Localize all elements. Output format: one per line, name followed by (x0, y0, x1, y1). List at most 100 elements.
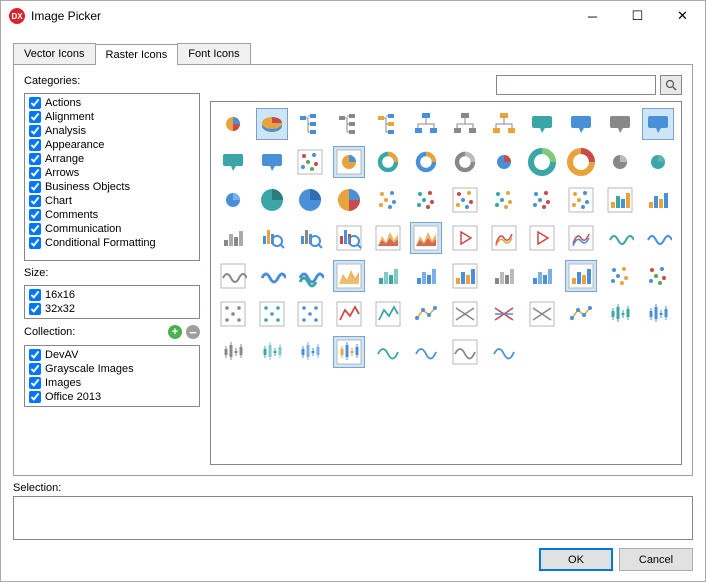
icon-dots-box[interactable] (294, 146, 326, 178)
icon-org-gray[interactable] (449, 108, 481, 140)
icon-surf-box2[interactable] (565, 222, 597, 254)
icon-play-box2[interactable] (526, 222, 558, 254)
icon-bars-org[interactable] (565, 260, 597, 292)
icon-bar-mini3[interactable] (217, 222, 249, 254)
icon-xline-box[interactable] (526, 298, 558, 330)
category-item-8-checkbox[interactable] (29, 209, 41, 221)
icon-pie-small2[interactable] (488, 146, 520, 178)
icon-bars-gray[interactable] (488, 260, 520, 292)
icon-wave-big2[interactable] (294, 260, 326, 292)
collection-list[interactable]: DevAVGrayscale ImagesImagesOffice 2013 (24, 345, 200, 407)
size-list[interactable]: 16x1632x32 (24, 285, 200, 319)
icon-bar-mini[interactable] (604, 184, 636, 216)
category-item-5-checkbox[interactable] (29, 167, 41, 179)
icon-scatter-b[interactable] (604, 260, 636, 292)
icon-wave-big[interactable] (256, 260, 288, 292)
icon-org-color[interactable] (488, 108, 520, 140)
icon-play-box[interactable] (449, 222, 481, 254)
collection-item-1-checkbox[interactable] (29, 363, 41, 375)
icon-spark3[interactable] (488, 336, 520, 368)
icon-donut-teal[interactable] (372, 146, 404, 178)
tab-font-icons[interactable]: Font Icons (177, 43, 250, 64)
icon-line-box[interactable] (333, 298, 365, 330)
icon-tree-gray[interactable] (333, 108, 365, 140)
icon-pie-slice-tl[interactable] (642, 146, 674, 178)
icon-grid[interactable] (210, 101, 682, 465)
icon-dice-box2[interactable] (256, 298, 288, 330)
icon-candle-org[interactable] (333, 336, 365, 368)
icon-pie-3d[interactable] (256, 108, 288, 140)
add-collection-button[interactable]: + (168, 325, 182, 339)
collection-item-0-checkbox[interactable] (29, 349, 41, 361)
icon-area-fire2[interactable] (410, 222, 442, 254)
icon-dots-sc2[interactable] (526, 184, 558, 216)
cancel-button[interactable]: Cancel (619, 548, 693, 571)
icon-zoom-bar[interactable] (256, 222, 288, 254)
icon-bars-teal[interactable] (372, 260, 404, 292)
icon-dice-box3[interactable] (294, 298, 326, 330)
icon-surf-box[interactable] (488, 222, 520, 254)
icon-bars-blue2[interactable] (526, 260, 558, 292)
category-item-9-checkbox[interactable] (29, 223, 41, 235)
icon-wave-teal[interactable] (604, 222, 636, 254)
icon-area-org[interactable] (333, 260, 365, 292)
icon-bubble-gray[interactable] (604, 108, 636, 140)
icon-tree-color[interactable] (372, 108, 404, 140)
collection-item-3[interactable]: Office 2013 (27, 390, 197, 404)
icon-zoom-bar3[interactable] (333, 222, 365, 254)
icon-bubble-big[interactable] (642, 108, 674, 140)
icon-lined2[interactable] (565, 298, 597, 330)
category-item-7[interactable]: Chart (27, 194, 197, 208)
category-item-8[interactable]: Comments (27, 208, 197, 222)
icon-bubble-blue[interactable] (565, 108, 597, 140)
category-item-1[interactable]: Alignment (27, 110, 197, 124)
icon-spark-box[interactable] (449, 336, 481, 368)
collection-item-0[interactable]: DevAV (27, 348, 197, 362)
size-item-1-checkbox[interactable] (29, 303, 41, 315)
category-item-1-checkbox[interactable] (29, 111, 41, 123)
icon-dots-box3[interactable] (565, 184, 597, 216)
icon-candle-gray[interactable] (217, 336, 249, 368)
size-item-0-checkbox[interactable] (29, 289, 41, 301)
icon-pie-slice-bl[interactable] (217, 184, 249, 216)
ok-button[interactable]: OK (539, 548, 613, 571)
icon-spark1[interactable] (372, 336, 404, 368)
icon-candle-blue[interactable] (642, 298, 674, 330)
icon-zoom-bar2[interactable] (294, 222, 326, 254)
category-item-0-checkbox[interactable] (29, 97, 41, 109)
category-item-3-checkbox[interactable] (29, 139, 41, 151)
selection-box[interactable] (13, 496, 693, 540)
icon-area-fire[interactable] (372, 222, 404, 254)
category-item-4[interactable]: Arrange (27, 152, 197, 166)
icon-dots-tiny[interactable] (372, 184, 404, 216)
minimize-button[interactable]: ─ (570, 1, 615, 31)
category-item-6-checkbox[interactable] (29, 181, 41, 193)
size-item-1[interactable]: 32x32 (27, 302, 197, 316)
category-item-9[interactable]: Communication (27, 222, 197, 236)
icon-candle-blue2[interactable] (294, 336, 326, 368)
icon-wave-blue[interactable] (642, 222, 674, 254)
icon-scatter-c[interactable] (642, 260, 674, 292)
category-item-10-checkbox[interactable] (29, 237, 41, 249)
category-item-5[interactable]: Arrows (27, 166, 197, 180)
icon-org-blue[interactable] (410, 108, 442, 140)
icon-dice-box[interactable] (217, 298, 249, 330)
search-input[interactable] (496, 75, 656, 95)
icon-pie-big-teal[interactable] (256, 184, 288, 216)
icon-pie-big-blue[interactable] (294, 184, 326, 216)
icon-candle-teal[interactable] (604, 298, 636, 330)
category-item-7-checkbox[interactable] (29, 195, 41, 207)
icon-xline2[interactable] (488, 298, 520, 330)
category-item-4-checkbox[interactable] (29, 153, 41, 165)
icon-spark2[interactable] (410, 336, 442, 368)
icon-donut-blue[interactable] (410, 146, 442, 178)
maximize-button[interactable]: ☐ (615, 1, 660, 31)
category-item-3[interactable]: Appearance (27, 138, 197, 152)
icon-candle-teal2[interactable] (256, 336, 288, 368)
icon-dots-box2[interactable] (449, 184, 481, 216)
icon-bubble-teal2[interactable] (217, 146, 249, 178)
category-item-2[interactable]: Analysis (27, 124, 197, 138)
collection-item-2-checkbox[interactable] (29, 377, 41, 389)
icon-bars-box[interactable] (449, 260, 481, 292)
icon-donut-big-org[interactable] (565, 146, 597, 178)
